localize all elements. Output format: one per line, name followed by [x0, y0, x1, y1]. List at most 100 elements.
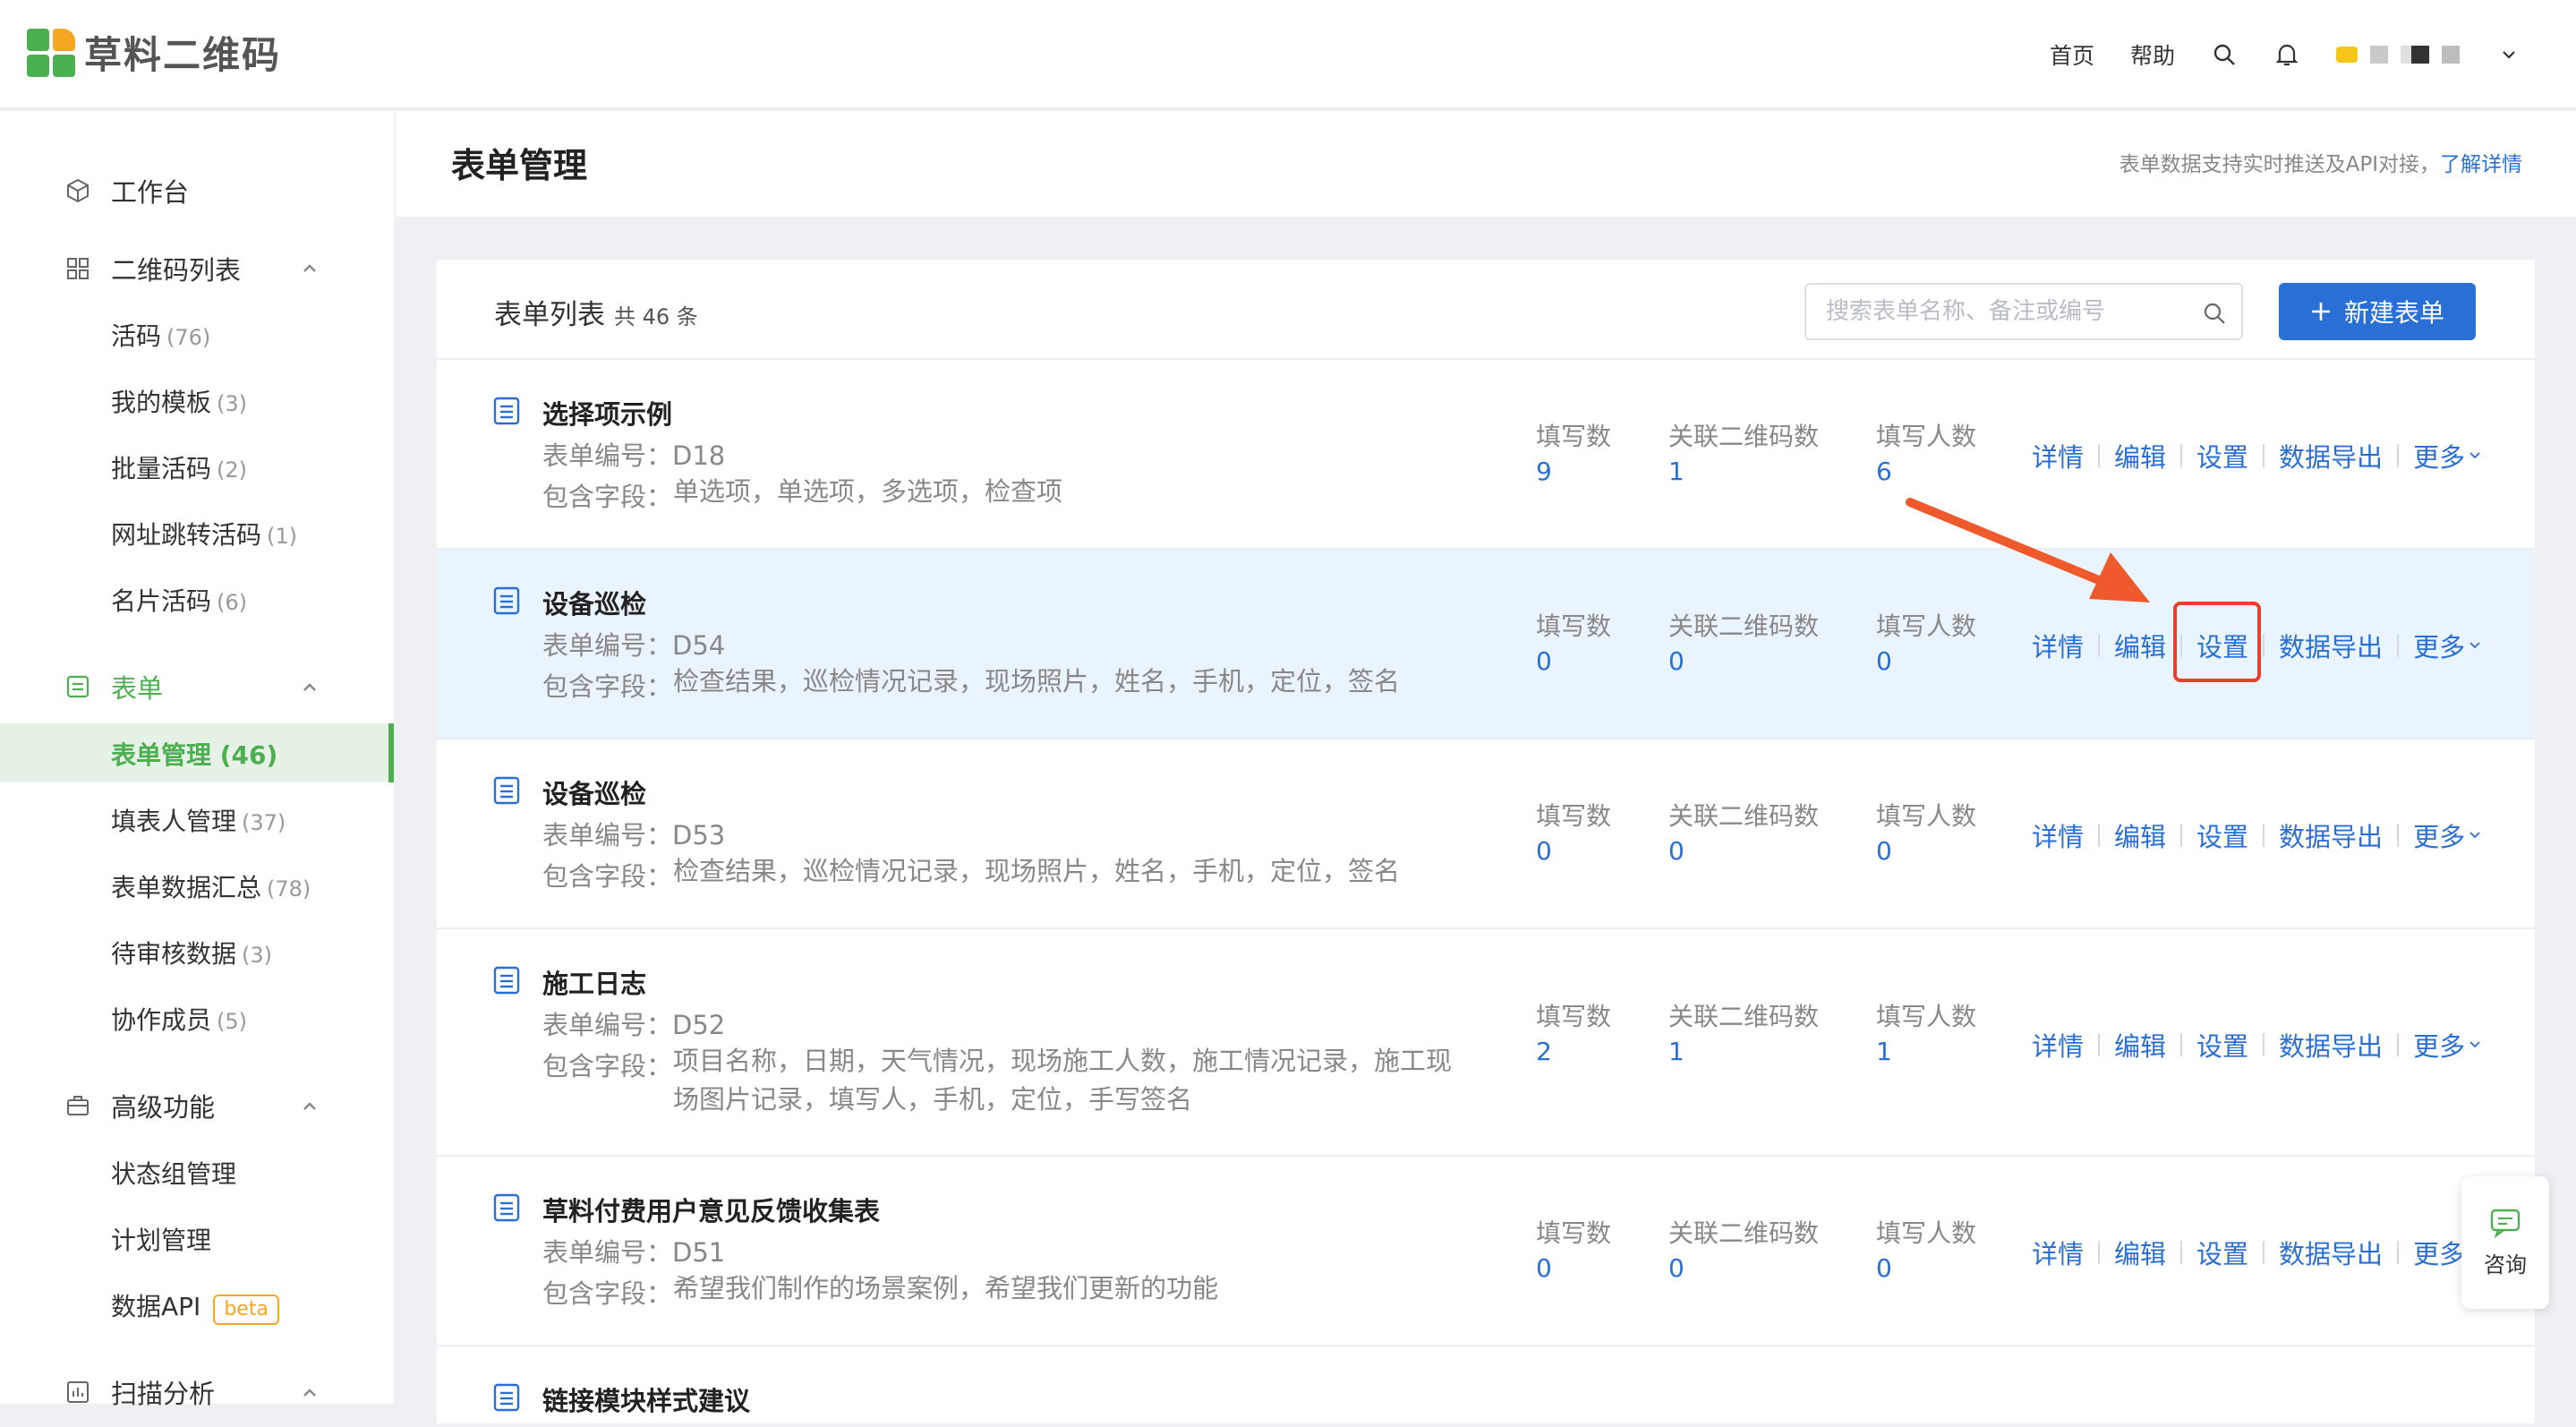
stat-value[interactable]: 0 — [1876, 836, 1976, 866]
form-code: 表单编号：D51 — [542, 1232, 725, 1269]
more-dropdown[interactable]: 更多 — [2413, 816, 2481, 854]
detail-link[interactable]: 详情 — [2032, 627, 2084, 664]
sidebar-group-form[interactable]: 表单 — [64, 668, 163, 705]
edit-link[interactable]: 编辑 — [2114, 1234, 2166, 1271]
chevron-down-icon[interactable] — [2495, 41, 2522, 68]
form-name[interactable]: 草料付费用户意见反馈收集表 — [542, 1191, 880, 1228]
user-count-stat: 填写人数 0 — [1876, 1214, 1976, 1283]
settings-link[interactable]: 设置 — [2196, 437, 2248, 474]
form-doc-icon — [493, 776, 520, 805]
new-form-button[interactable]: 新建表单 — [2279, 283, 2476, 340]
edit-link[interactable]: 编辑 — [2114, 816, 2166, 854]
stat-value[interactable]: 0 — [1536, 1253, 1611, 1283]
sidebar-item-pending-review[interactable]: 待审核数据 (3) — [111, 935, 272, 970]
search-icon[interactable] — [2211, 41, 2238, 68]
chevron-down-icon — [2469, 452, 2480, 459]
sidebar-item-collaborators[interactable]: 协作成员 (5) — [111, 1001, 247, 1037]
table-row[interactable]: 施工日志 表单编号：D52 包含字段： 项目名称，日期，天气情况，现场施工人数，… — [437, 929, 2535, 1157]
fill-count-stat: 填写数 0 — [1536, 1214, 1611, 1283]
more-dropdown[interactable]: 更多 — [2413, 1026, 2481, 1064]
sidebar-item-data-summary[interactable]: 表单数据汇总 (78) — [111, 868, 311, 904]
more-dropdown[interactable]: 更多 — [2413, 437, 2481, 474]
sidebar-item-templates[interactable]: 我的模板 (3) — [111, 383, 247, 419]
sidebar-group-scan[interactable]: 扫描分析 — [64, 1373, 215, 1411]
chevron-up-icon[interactable] — [301, 260, 319, 278]
settings-link[interactable]: 设置 — [2196, 816, 2248, 854]
table-row[interactable]: 选择项示例 表单编号：D18 包含字段： 单选项，单选项，多选项，检查项 填写数… — [437, 360, 2535, 550]
sidebar-item-batch[interactable]: 批量活码 (2) — [111, 449, 247, 485]
bell-icon[interactable] — [2273, 41, 2300, 68]
sidebar-item-workbench[interactable]: 工作台 — [64, 172, 189, 209]
sidebar-item-livecode[interactable]: 活码 (76) — [111, 317, 210, 353]
search-input[interactable] — [1826, 295, 2184, 328]
form-name[interactable]: 选择项示例 — [542, 394, 672, 432]
export-link[interactable]: 数据导出 — [2279, 1234, 2383, 1271]
settings-link[interactable]: 设置 — [2196, 1234, 2248, 1271]
sidebar-item-url-redirect[interactable]: 网址跳转活码 (1) — [111, 516, 297, 551]
stat-label: 填写人数 — [1876, 611, 1977, 641]
sidebar-group-qr[interactable]: 二维码列表 — [64, 250, 241, 287]
form-name[interactable]: 链接模块样式建议 — [542, 1380, 750, 1418]
stat-value[interactable]: 0 — [1536, 836, 1611, 866]
logo[interactable]: 草料二维码 — [27, 25, 281, 80]
search-icon[interactable] — [2202, 301, 2227, 326]
stat-value[interactable]: 6 — [1876, 457, 1976, 486]
chevron-up-icon[interactable] — [301, 1384, 319, 1402]
detail-link[interactable]: 详情 — [2032, 1026, 2084, 1064]
more-dropdown[interactable]: 更多 — [2413, 627, 2481, 664]
stat-value[interactable]: 1 — [1668, 1037, 1819, 1066]
sidebar: 工作台 二维码列表 活码 (76) 我的模板 (3) 批量活码 (2) 网址跳转活码(… — [0, 111, 394, 1409]
chevron-up-icon[interactable] — [301, 1098, 319, 1115]
table-row[interactable]: 草料付费用户意见反馈收集表 表单编号：D51 包含字段： 希望我们制作的场景案例… — [437, 1157, 2535, 1346]
stat-label: 填写人数 — [1876, 422, 1977, 451]
export-link[interactable]: 数据导出 — [2279, 627, 2383, 664]
detail-link[interactable]: 详情 — [2032, 1234, 2084, 1271]
sidebar-group-advanced[interactable]: 高级功能 — [64, 1087, 215, 1124]
sidebar-item-fillers[interactable]: 填表人管理 (37) — [111, 802, 286, 838]
user-avatar[interactable] — [2336, 46, 2460, 64]
settings-link[interactable]: 设置 — [2196, 1026, 2248, 1064]
edit-link[interactable]: 编辑 — [2114, 1026, 2166, 1064]
stat-value[interactable]: 0 — [1876, 1253, 1976, 1283]
learn-more-link[interactable]: 了解详情 — [2440, 153, 2522, 176]
nav-home-link[interactable]: 首页 — [2050, 38, 2094, 71]
detail-link[interactable]: 详情 — [2032, 437, 2084, 474]
stat-value[interactable]: 2 — [1536, 1037, 1611, 1066]
new-form-label: 新建表单 — [2343, 298, 2444, 328]
consult-button[interactable]: 咨询 — [2461, 1176, 2549, 1309]
form-fields-value: 项目名称，日期，天气情况，现场施工人数，施工情况记录，施工现场图片记录，填写人，… — [673, 1046, 1453, 1115]
edit-link[interactable]: 编辑 — [2114, 437, 2166, 474]
edit-link[interactable]: 编辑 — [2114, 627, 2166, 664]
sidebar-item-card[interactable]: 名片活码 (6) — [111, 582, 247, 618]
beta-badge: beta — [213, 1295, 279, 1325]
nav-help-link[interactable]: 帮助 — [2130, 38, 2175, 71]
sidebar-item-status-groups[interactable]: 状态组管理 — [111, 1155, 236, 1191]
sidebar-item-plans[interactable]: 计划管理 — [111, 1221, 211, 1257]
form-name[interactable]: 设备巡检 — [542, 773, 646, 811]
chevron-up-icon[interactable] — [301, 679, 319, 696]
stat-value[interactable]: 0 — [1876, 646, 1976, 676]
cube-icon — [64, 177, 91, 204]
stat-value[interactable]: 0 — [1668, 1253, 1819, 1283]
sidebar-item-count: (76) — [166, 325, 211, 350]
export-link[interactable]: 数据导出 — [2279, 1026, 2383, 1064]
list-total-count: 共 46 条 — [614, 304, 698, 329]
export-link[interactable]: 数据导出 — [2279, 816, 2383, 854]
stat-value[interactable]: 0 — [1668, 836, 1819, 866]
stat-value[interactable]: 9 — [1536, 457, 1611, 486]
form-code-value: D54 — [672, 630, 726, 661]
table-row[interactable]: 链接模块样式建议 — [437, 1346, 2535, 1427]
stat-value[interactable]: 1 — [1876, 1037, 1976, 1066]
sidebar-item-form-manage[interactable]: 表单管理 (46) — [111, 736, 277, 772]
stat-value[interactable]: 0 — [1536, 646, 1611, 676]
export-link[interactable]: 数据导出 — [2279, 437, 2383, 474]
page-header: 表单管理 表单数据支持实时推送及API对接，了解详情 — [396, 111, 2576, 217]
detail-link[interactable]: 详情 — [2032, 816, 2084, 854]
stat-value[interactable]: 1 — [1668, 457, 1819, 486]
table-row[interactable]: 设备巡检 表单编号：D53 包含字段： 检查结果，巡检情况记录，现场照片，姓名，… — [437, 739, 2535, 929]
form-name[interactable]: 设备巡检 — [542, 584, 646, 621]
sidebar-item-label: 工作台 — [111, 177, 190, 208]
sidebar-item-data-api[interactable]: 数据API beta — [111, 1287, 279, 1325]
form-name[interactable]: 施工日志 — [542, 963, 646, 1001]
stat-value[interactable]: 0 — [1668, 646, 1819, 676]
